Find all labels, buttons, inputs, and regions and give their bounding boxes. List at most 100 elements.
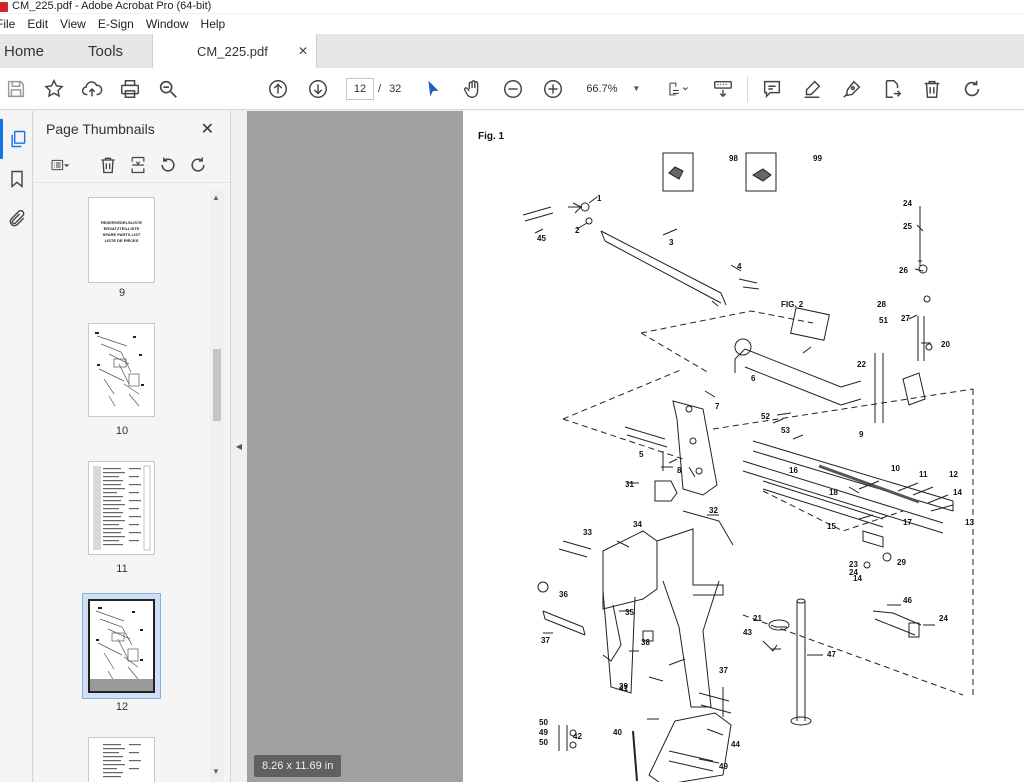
pen-icon bbox=[804, 80, 821, 98]
part-callout-label: 22 bbox=[857, 360, 866, 369]
minus-circle-icon bbox=[504, 79, 523, 98]
part-callout-label: 31 bbox=[625, 480, 634, 489]
thumbnail-list: RESERVEDELSLISTE ERSATZTEILLISTE SPARE P… bbox=[34, 189, 210, 782]
hand-tool-button[interactable] bbox=[459, 75, 487, 103]
toolbar-separator bbox=[747, 75, 749, 102]
bookmarks-nav-button[interactable] bbox=[0, 159, 33, 199]
thumbnails-toolbar bbox=[34, 147, 230, 183]
trash-icon bbox=[924, 80, 940, 98]
rotate-clockwise-button[interactable] bbox=[184, 151, 212, 179]
part-callout-label: 27 bbox=[901, 314, 910, 323]
part-callout-label: 44 bbox=[731, 740, 740, 749]
scroll-down-arrow-icon[interactable]: ▼ bbox=[212, 767, 220, 776]
page-display-button[interactable] bbox=[661, 75, 695, 103]
fountain-pen-icon bbox=[843, 80, 861, 98]
select-tool-button[interactable] bbox=[419, 75, 447, 103]
keyboard-scroll-icon bbox=[714, 80, 733, 97]
part-callout-label: 4 bbox=[737, 262, 742, 271]
scroll-up-arrow-icon[interactable]: ▲ bbox=[212, 193, 220, 202]
collapse-left-arrow-icon[interactable]: ◀ bbox=[236, 442, 242, 451]
delete-pages-button[interactable] bbox=[94, 151, 122, 179]
save-button[interactable] bbox=[2, 75, 30, 103]
print-button[interactable] bbox=[116, 75, 144, 103]
menu-view[interactable]: View bbox=[54, 17, 92, 31]
zoom-level-dropdown[interactable]: 66.7% ▼ bbox=[581, 78, 645, 100]
part-callout-label: 49 bbox=[539, 728, 548, 737]
bookmark-star-button[interactable] bbox=[40, 75, 68, 103]
part-callout-label: 98 bbox=[729, 154, 738, 163]
pages-icon bbox=[11, 130, 26, 148]
part-callout-label: 9 bbox=[859, 430, 864, 439]
exploded-parts-diagram: 12344598 992425262728512022FIG. 2675253 95… bbox=[522, 152, 974, 782]
page-thumbnails-nav-button[interactable] bbox=[0, 119, 33, 159]
part-callout-label: 14 bbox=[953, 488, 962, 497]
tab-home[interactable]: Home bbox=[0, 34, 60, 68]
menu-edit[interactable]: Edit bbox=[21, 17, 54, 31]
part-callout-label: FIG. 2 bbox=[781, 300, 804, 309]
thumbnails-scrollbar[interactable]: ▲ ▼ bbox=[210, 189, 224, 782]
sign-button[interactable] bbox=[838, 75, 866, 103]
thumbnails-panel-header: Page Thumbnails ✕ bbox=[34, 111, 230, 147]
part-callout-label: 8 bbox=[677, 466, 682, 475]
thumbnail-page-13[interactable] bbox=[88, 737, 155, 782]
highlight-button[interactable] bbox=[798, 75, 826, 103]
bookmark-icon bbox=[10, 170, 23, 189]
panel-collapse-splitter[interactable]: ◀ bbox=[230, 111, 247, 782]
next-page-button[interactable] bbox=[304, 75, 332, 103]
part-callout-label: 6 bbox=[751, 374, 756, 383]
part-callout-label: 32 bbox=[709, 506, 718, 515]
tab-tools[interactable]: Tools bbox=[60, 34, 151, 68]
thumbnail-page-12[interactable] bbox=[88, 599, 155, 693]
zoom-out-button[interactable] bbox=[499, 75, 527, 103]
scrollbar-thumb[interactable] bbox=[213, 349, 221, 421]
comment-button[interactable] bbox=[758, 75, 786, 103]
part-callout-label: 53 bbox=[781, 426, 790, 435]
menu-window[interactable]: Window bbox=[140, 17, 195, 31]
part-callout-label: 37 bbox=[719, 666, 728, 675]
menu-help[interactable]: Help bbox=[195, 17, 232, 31]
delete-button[interactable] bbox=[918, 75, 946, 103]
thumbnail-page-9[interactable]: RESERVEDELSLISTE ERSATZTEILLISTE SPARE P… bbox=[88, 197, 155, 283]
share-edit-button[interactable] bbox=[878, 75, 906, 103]
menu-file[interactable]: File bbox=[0, 17, 21, 31]
zoom-in-button[interactable] bbox=[539, 75, 567, 103]
parts-list-thumbnail bbox=[103, 744, 141, 778]
previous-page-button[interactable] bbox=[264, 75, 292, 103]
part-callout-label: 18 bbox=[829, 488, 838, 497]
thumbnail-label-10: 10 bbox=[115, 425, 129, 437]
arrow-down-circle-icon bbox=[309, 79, 327, 98]
document-tab-label: CM_225.pdf bbox=[197, 43, 268, 59]
part-callout-label: 10 bbox=[891, 464, 900, 473]
rotate-button[interactable] bbox=[958, 75, 986, 103]
trash-icon bbox=[101, 157, 115, 173]
insert-pages-button[interactable] bbox=[124, 151, 152, 179]
part-callout-label: 16 bbox=[789, 466, 798, 475]
thumbnail-page-10[interactable] bbox=[88, 323, 155, 417]
part-callout-label: 33 bbox=[583, 528, 592, 537]
page-number-input[interactable]: 12 bbox=[346, 77, 374, 100]
part-callout-label: 20 bbox=[941, 340, 950, 349]
tab-document[interactable]: CM_225.pdf ✕ bbox=[152, 34, 318, 68]
menu-esign[interactable]: E-Sign bbox=[92, 17, 140, 31]
attachments-nav-button[interactable] bbox=[0, 199, 33, 239]
scroll-mode-button[interactable] bbox=[709, 75, 737, 103]
thumbnail-label-12: 12 bbox=[115, 701, 129, 713]
cloud-upload-icon bbox=[81, 80, 103, 96]
upload-cloud-button[interactable] bbox=[78, 75, 106, 103]
rotate-counterclockwise-button[interactable] bbox=[154, 151, 182, 179]
page-size-badge: 8.26 x 11.69 in bbox=[254, 755, 342, 777]
find-button[interactable] bbox=[154, 75, 182, 103]
rotate-counterclockwise-icon bbox=[161, 157, 175, 172]
thumbnail-viewport-indicator bbox=[90, 679, 153, 691]
part-callout-label: 50 bbox=[539, 738, 548, 747]
page-fit-icon bbox=[669, 82, 689, 95]
close-panel-icon[interactable]: ✕ bbox=[201, 119, 214, 139]
thumbnail-options-button[interactable] bbox=[42, 151, 78, 179]
part-callout-label: 35 bbox=[625, 608, 634, 617]
document-view[interactable]: Fig. 1 1 2 3 4 45 98 99 24 25 26 27 28 5… bbox=[247, 111, 1024, 782]
part-callout-label: 39 bbox=[619, 682, 628, 691]
close-tab-icon[interactable]: ✕ bbox=[298, 44, 308, 58]
part-callout-label: 34 bbox=[633, 520, 642, 529]
tab-bar: Home Tools CM_225.pdf ✕ bbox=[0, 34, 1024, 68]
thumbnail-page-11[interactable] bbox=[88, 461, 155, 555]
